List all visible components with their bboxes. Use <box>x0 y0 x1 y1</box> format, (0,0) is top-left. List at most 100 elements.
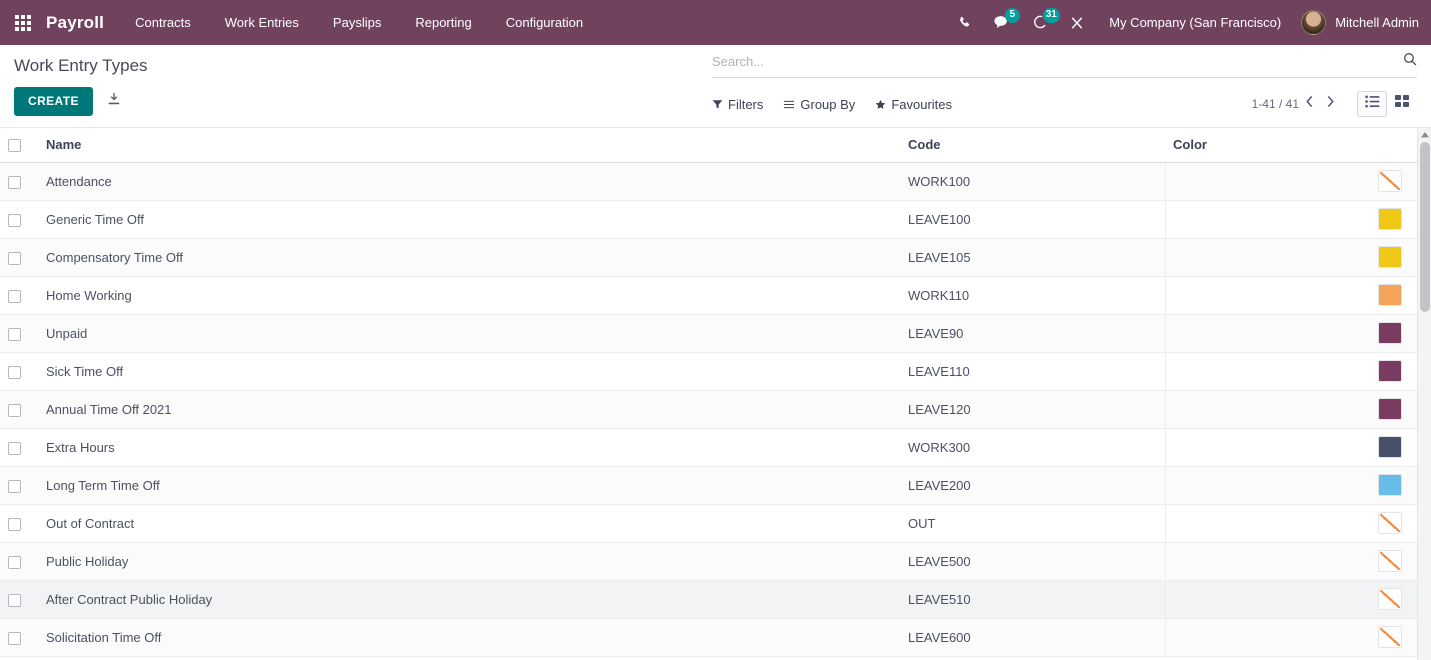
color-swatch[interactable] <box>1378 284 1402 306</box>
company-switcher[interactable]: My Company (San Francisco) <box>1095 0 1295 45</box>
row-checkbox[interactable] <box>8 366 21 379</box>
cell-name[interactable]: After Contract Public Holiday <box>38 580 900 618</box>
row-checkbox[interactable] <box>8 328 21 341</box>
cell-color <box>1165 466 1410 504</box>
cell-code[interactable]: LEAVE510 <box>900 580 1165 618</box>
cell-code[interactable]: LEAVE105 <box>900 238 1165 276</box>
menu-item-work-entries[interactable]: Work Entries <box>208 0 316 45</box>
table-row[interactable]: UnpaidLEAVE90 <box>0 314 1431 352</box>
row-checkbox[interactable] <box>8 214 21 227</box>
row-checkbox[interactable] <box>8 594 21 607</box>
row-checkbox[interactable] <box>8 404 21 417</box>
cell-name[interactable]: Unpaid <box>38 314 900 352</box>
favourites-dropdown[interactable]: Favourites <box>875 97 952 112</box>
table-row[interactable]: Annual Time Off 2021LEAVE120 <box>0 390 1431 428</box>
table-row[interactable]: Home WorkingWORK110 <box>0 276 1431 314</box>
pager-count: 1-41 / 41 <box>1252 97 1299 111</box>
cell-name[interactable]: Long Term Time Off <box>38 466 900 504</box>
color-swatch[interactable] <box>1378 626 1402 648</box>
cell-code[interactable]: LEAVE200 <box>900 466 1165 504</box>
pager-previous-button[interactable] <box>1299 95 1320 113</box>
app-brand-payroll[interactable]: Payroll <box>46 13 118 33</box>
table-row[interactable]: Sick Time OffLEAVE110 <box>0 352 1431 390</box>
cell-name[interactable]: Solicitation Time Off <box>38 618 900 656</box>
row-checkbox[interactable] <box>8 290 21 303</box>
cell-code[interactable]: OUT <box>900 504 1165 542</box>
messages-button[interactable]: 5 <box>983 0 1022 45</box>
cell-color <box>1165 504 1410 542</box>
search-button[interactable] <box>1395 52 1417 71</box>
column-header-color[interactable]: Color <box>1165 128 1410 162</box>
cell-name[interactable]: Home Working <box>38 276 900 314</box>
cell-code[interactable]: WORK110 <box>900 276 1165 314</box>
color-swatch[interactable] <box>1378 322 1402 344</box>
table-row[interactable]: Public HolidayLEAVE500 <box>0 542 1431 580</box>
row-checkbox[interactable] <box>8 442 21 455</box>
color-swatch[interactable] <box>1378 588 1402 610</box>
scroll-thumb[interactable] <box>1420 142 1430 312</box>
color-swatch[interactable] <box>1378 360 1402 382</box>
select-all-checkbox[interactable] <box>8 139 21 152</box>
cell-code[interactable]: WORK100 <box>900 162 1165 200</box>
cell-name[interactable]: Extra Hours <box>38 428 900 466</box>
row-checkbox[interactable] <box>8 176 21 189</box>
pager-next-button[interactable] <box>1320 95 1341 113</box>
cell-name[interactable]: Compensatory Time Off <box>38 238 900 276</box>
user-menu[interactable]: Mitchell Admin <box>1295 0 1419 45</box>
menu-item-payslips[interactable]: Payslips <box>316 0 398 45</box>
close-button[interactable] <box>1059 0 1095 45</box>
cell-name[interactable]: Generic Time Off <box>38 200 900 238</box>
cell-code[interactable]: LEAVE100 <box>900 200 1165 238</box>
row-checkbox[interactable] <box>8 556 21 569</box>
kanban-view-button[interactable] <box>1387 91 1417 117</box>
scroll-up-arrow-icon[interactable] <box>1418 128 1431 142</box>
column-header-code[interactable]: Code <box>900 128 1165 162</box>
color-swatch[interactable] <box>1378 246 1402 268</box>
table-row[interactable]: Extra HoursWORK300 <box>0 428 1431 466</box>
table-row[interactable]: Long Term Time OffLEAVE200 <box>0 466 1431 504</box>
color-swatch[interactable] <box>1378 474 1402 496</box>
cell-code[interactable]: LEAVE110 <box>900 352 1165 390</box>
color-swatch[interactable] <box>1378 170 1402 192</box>
phone-button[interactable] <box>947 0 983 45</box>
row-checkbox[interactable] <box>8 518 21 531</box>
search-input[interactable] <box>712 54 1395 69</box>
group-by-dropdown[interactable]: Group By <box>783 97 855 112</box>
row-checkbox[interactable] <box>8 632 21 645</box>
cell-name[interactable]: Sick Time Off <box>38 352 900 390</box>
import-button[interactable] <box>107 92 121 112</box>
table-row[interactable]: Out of ContractOUT <box>0 504 1431 542</box>
column-header-name[interactable]: Name <box>38 128 900 162</box>
menu-item-contracts[interactable]: Contracts <box>118 0 208 45</box>
cell-name[interactable]: Attendance <box>38 162 900 200</box>
cell-code[interactable]: LEAVE500 <box>900 542 1165 580</box>
color-swatch[interactable] <box>1378 550 1402 572</box>
color-swatch[interactable] <box>1378 208 1402 230</box>
color-swatch[interactable] <box>1378 512 1402 534</box>
table-row[interactable]: Solicitation Time OffLEAVE600 <box>0 618 1431 656</box>
table-row[interactable]: Generic Time OffLEAVE100 <box>0 200 1431 238</box>
menu-item-configuration[interactable]: Configuration <box>489 0 600 45</box>
table-row[interactable]: Compensatory Time OffLEAVE105 <box>0 238 1431 276</box>
cell-code[interactable]: WORK300 <box>900 428 1165 466</box>
apps-menu-button[interactable] <box>0 0 46 45</box>
cell-name[interactable]: Annual Time Off 2021 <box>38 390 900 428</box>
activities-button[interactable]: 31 <box>1022 0 1059 45</box>
color-swatch[interactable] <box>1378 436 1402 458</box>
cell-name[interactable]: Public Holiday <box>38 542 900 580</box>
list-view-button[interactable] <box>1357 91 1387 117</box>
table-row[interactable]: After Contract Public HolidayLEAVE510 <box>0 580 1431 618</box>
cell-code[interactable]: LEAVE90 <box>900 314 1165 352</box>
vertical-scrollbar[interactable] <box>1417 128 1431 660</box>
cell-code[interactable]: LEAVE120 <box>900 390 1165 428</box>
cell-name[interactable]: Out of Contract <box>38 504 900 542</box>
menu-item-reporting[interactable]: Reporting <box>398 0 488 45</box>
kanban-icon <box>1395 95 1409 113</box>
create-button[interactable]: CREATE <box>14 87 93 116</box>
table-row[interactable]: AttendanceWORK100 <box>0 162 1431 200</box>
cell-code[interactable]: LEAVE600 <box>900 618 1165 656</box>
color-swatch[interactable] <box>1378 398 1402 420</box>
filters-dropdown[interactable]: Filters <box>712 97 763 112</box>
row-checkbox[interactable] <box>8 252 21 265</box>
row-checkbox[interactable] <box>8 480 21 493</box>
